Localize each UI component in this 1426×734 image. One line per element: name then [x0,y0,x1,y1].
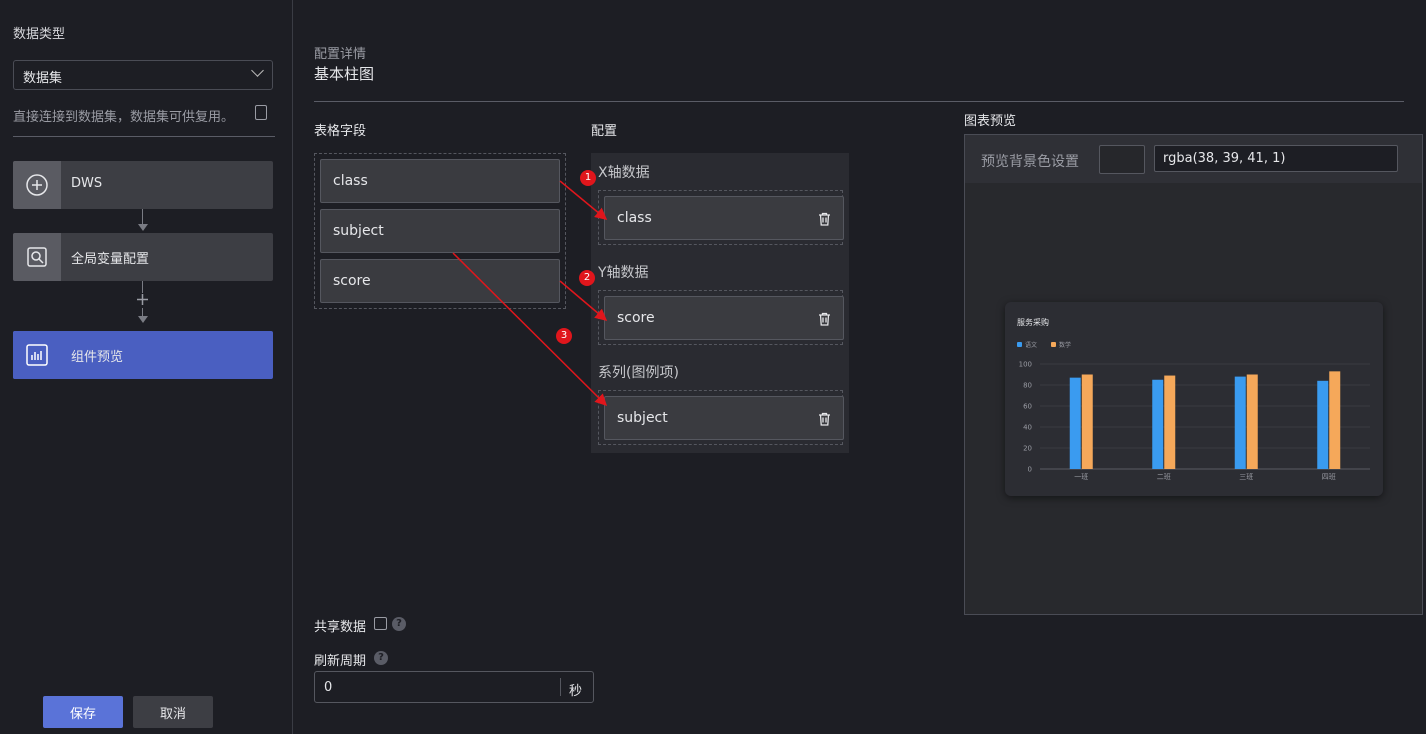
divider [560,678,561,696]
help-icon[interactable]: ? [374,651,388,665]
bar [1152,379,1164,469]
y-tick-label: 80 [1023,382,1032,390]
share-data-checkbox[interactable] [374,617,387,630]
legend-swatch [1017,342,1022,347]
bar [1081,374,1093,469]
bar-chart: 服务采购语文 数学 0 20 40 60 80 100 一班 二班 三班 四班 [1017,317,1370,481]
x-tick-label: 二班 [1157,472,1171,481]
arrow-class-to-x [559,180,608,220]
chart-preview-panel: 预览背景色设置 rgba(38, 39, 41, 1) 服务采购语文 数学 0 20 4… [964,134,1423,615]
legend-swatch [1051,342,1056,347]
bar [1069,377,1081,469]
help-icon[interactable]: ? [392,617,406,631]
y-tick-label: 40 [1023,424,1032,432]
chart-preview-title: 图表预览 [964,114,1017,129]
refresh-unit: 秒 [569,684,583,699]
bar [1246,374,1258,469]
x-tick-label: 四班 [1322,472,1336,481]
x-tick-label: 一班 [1074,472,1088,481]
chart-card: 服务采购语文 数学 0 20 40 60 80 100 一班 二班 三班 四班 [1005,302,1383,496]
share-data-label: 共享数据 [314,620,367,635]
bg-setting-label: 预览背景色设置 [981,154,1079,170]
step-badge-3: 3 [556,328,572,344]
refresh-period-input[interactable]: 0 秒 [314,671,594,703]
legend-label: 数学 [1059,341,1071,349]
bar [1329,371,1341,469]
x-tick-label: 三班 [1239,472,1253,481]
bg-color-swatch[interactable] [1099,145,1145,174]
bar [1234,376,1246,469]
bar [1317,380,1329,469]
step-badge-2: 2 [579,270,595,286]
legend-label: 语文 [1025,341,1037,349]
refresh-period-value: 0 [324,680,333,695]
y-tick-label: 20 [1023,445,1032,453]
y-tick-label: 60 [1023,403,1032,411]
y-tick-label: 100 [1019,361,1032,369]
chart-title: 服务采购 [1017,317,1049,327]
bar [1164,375,1176,469]
step-badge-1: 1 [580,170,596,186]
refresh-period-label: 刷新周期 [314,654,367,669]
preview-bg-bar: 预览背景色设置 rgba(38, 39, 41, 1) [965,135,1422,183]
arrow-score-to-y [559,280,608,321]
bg-color-input[interactable]: rgba(38, 39, 41, 1) [1154,145,1398,172]
y-tick-label: 0 [1028,466,1032,474]
